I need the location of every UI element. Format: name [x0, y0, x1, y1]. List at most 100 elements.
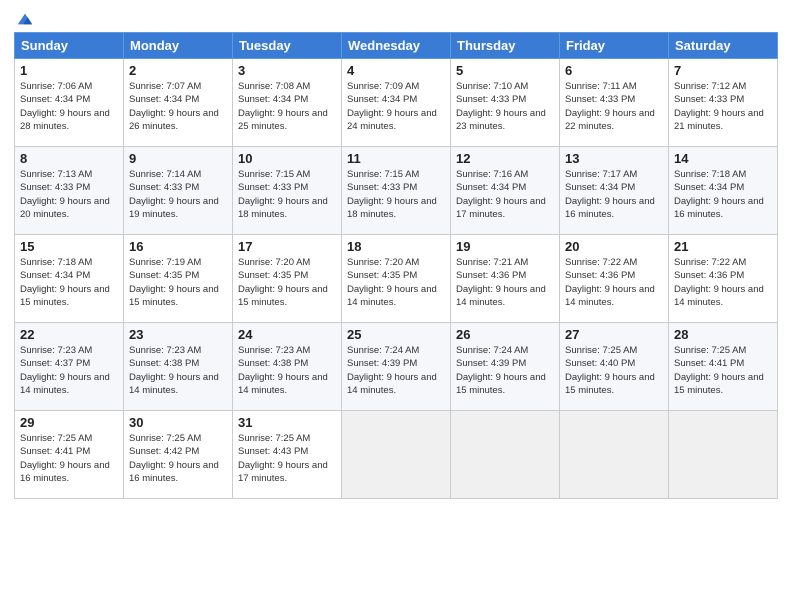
day-number: 16 — [129, 239, 227, 254]
day-number: 23 — [129, 327, 227, 342]
calendar-cell — [342, 411, 451, 499]
day-info: Sunrise: 7:13 AM Sunset: 4:33 PM Dayligh… — [20, 168, 118, 221]
calendar-cell — [451, 411, 560, 499]
calendar-cell: 2 Sunrise: 7:07 AM Sunset: 4:34 PM Dayli… — [124, 59, 233, 147]
day-info: Sunrise: 7:25 AM Sunset: 4:42 PM Dayligh… — [129, 432, 227, 485]
calendar-cell: 24 Sunrise: 7:23 AM Sunset: 4:38 PM Dayl… — [233, 323, 342, 411]
calendar-cell: 25 Sunrise: 7:24 AM Sunset: 4:39 PM Dayl… — [342, 323, 451, 411]
calendar-cell: 14 Sunrise: 7:18 AM Sunset: 4:34 PM Dayl… — [669, 147, 778, 235]
calendar-cell — [560, 411, 669, 499]
day-info: Sunrise: 7:15 AM Sunset: 4:33 PM Dayligh… — [238, 168, 336, 221]
calendar-cell: 8 Sunrise: 7:13 AM Sunset: 4:33 PM Dayli… — [15, 147, 124, 235]
week-row-1: 1 Sunrise: 7:06 AM Sunset: 4:34 PM Dayli… — [15, 59, 778, 147]
day-info: Sunrise: 7:23 AM Sunset: 4:38 PM Dayligh… — [238, 344, 336, 397]
logo — [14, 10, 34, 24]
day-number: 13 — [565, 151, 663, 166]
calendar-cell: 5 Sunrise: 7:10 AM Sunset: 4:33 PM Dayli… — [451, 59, 560, 147]
calendar-cell: 9 Sunrise: 7:14 AM Sunset: 4:33 PM Dayli… — [124, 147, 233, 235]
day-number: 1 — [20, 63, 118, 78]
day-number: 2 — [129, 63, 227, 78]
logo-icon — [16, 10, 34, 28]
calendar-cell: 22 Sunrise: 7:23 AM Sunset: 4:37 PM Dayl… — [15, 323, 124, 411]
calendar-cell: 23 Sunrise: 7:23 AM Sunset: 4:38 PM Dayl… — [124, 323, 233, 411]
calendar-cell: 21 Sunrise: 7:22 AM Sunset: 4:36 PM Dayl… — [669, 235, 778, 323]
day-number: 19 — [456, 239, 554, 254]
calendar-cell: 6 Sunrise: 7:11 AM Sunset: 4:33 PM Dayli… — [560, 59, 669, 147]
col-header-thursday: Thursday — [451, 33, 560, 59]
day-number: 12 — [456, 151, 554, 166]
day-number: 31 — [238, 415, 336, 430]
day-number: 6 — [565, 63, 663, 78]
day-number: 30 — [129, 415, 227, 430]
calendar-cell: 7 Sunrise: 7:12 AM Sunset: 4:33 PM Dayli… — [669, 59, 778, 147]
calendar-cell: 17 Sunrise: 7:20 AM Sunset: 4:35 PM Dayl… — [233, 235, 342, 323]
day-info: Sunrise: 7:15 AM Sunset: 4:33 PM Dayligh… — [347, 168, 445, 221]
day-number: 28 — [674, 327, 772, 342]
day-number: 8 — [20, 151, 118, 166]
day-number: 7 — [674, 63, 772, 78]
week-row-3: 15 Sunrise: 7:18 AM Sunset: 4:34 PM Dayl… — [15, 235, 778, 323]
calendar-cell — [669, 411, 778, 499]
week-row-4: 22 Sunrise: 7:23 AM Sunset: 4:37 PM Dayl… — [15, 323, 778, 411]
day-number: 5 — [456, 63, 554, 78]
day-info: Sunrise: 7:11 AM Sunset: 4:33 PM Dayligh… — [565, 80, 663, 133]
day-info: Sunrise: 7:21 AM Sunset: 4:36 PM Dayligh… — [456, 256, 554, 309]
day-number: 25 — [347, 327, 445, 342]
day-info: Sunrise: 7:19 AM Sunset: 4:35 PM Dayligh… — [129, 256, 227, 309]
week-row-5: 29 Sunrise: 7:25 AM Sunset: 4:41 PM Dayl… — [15, 411, 778, 499]
day-info: Sunrise: 7:16 AM Sunset: 4:34 PM Dayligh… — [456, 168, 554, 221]
col-header-wednesday: Wednesday — [342, 33, 451, 59]
day-number: 9 — [129, 151, 227, 166]
day-number: 20 — [565, 239, 663, 254]
day-info: Sunrise: 7:08 AM Sunset: 4:34 PM Dayligh… — [238, 80, 336, 133]
calendar-cell: 12 Sunrise: 7:16 AM Sunset: 4:34 PM Dayl… — [451, 147, 560, 235]
col-header-tuesday: Tuesday — [233, 33, 342, 59]
day-info: Sunrise: 7:25 AM Sunset: 4:40 PM Dayligh… — [565, 344, 663, 397]
calendar-cell: 10 Sunrise: 7:15 AM Sunset: 4:33 PM Dayl… — [233, 147, 342, 235]
day-info: Sunrise: 7:25 AM Sunset: 4:41 PM Dayligh… — [20, 432, 118, 485]
day-info: Sunrise: 7:14 AM Sunset: 4:33 PM Dayligh… — [129, 168, 227, 221]
day-info: Sunrise: 7:20 AM Sunset: 4:35 PM Dayligh… — [238, 256, 336, 309]
day-number: 15 — [20, 239, 118, 254]
day-info: Sunrise: 7:22 AM Sunset: 4:36 PM Dayligh… — [565, 256, 663, 309]
day-number: 24 — [238, 327, 336, 342]
day-info: Sunrise: 7:25 AM Sunset: 4:41 PM Dayligh… — [674, 344, 772, 397]
day-info: Sunrise: 7:18 AM Sunset: 4:34 PM Dayligh… — [20, 256, 118, 309]
calendar: SundayMondayTuesdayWednesdayThursdayFrid… — [14, 32, 778, 499]
day-info: Sunrise: 7:18 AM Sunset: 4:34 PM Dayligh… — [674, 168, 772, 221]
calendar-cell: 30 Sunrise: 7:25 AM Sunset: 4:42 PM Dayl… — [124, 411, 233, 499]
col-header-friday: Friday — [560, 33, 669, 59]
day-info: Sunrise: 7:24 AM Sunset: 4:39 PM Dayligh… — [456, 344, 554, 397]
day-number: 3 — [238, 63, 336, 78]
day-number: 17 — [238, 239, 336, 254]
col-header-sunday: Sunday — [15, 33, 124, 59]
day-info: Sunrise: 7:25 AM Sunset: 4:43 PM Dayligh… — [238, 432, 336, 485]
header — [14, 10, 778, 24]
day-info: Sunrise: 7:09 AM Sunset: 4:34 PM Dayligh… — [347, 80, 445, 133]
header-row: SundayMondayTuesdayWednesdayThursdayFrid… — [15, 33, 778, 59]
calendar-cell: 1 Sunrise: 7:06 AM Sunset: 4:34 PM Dayli… — [15, 59, 124, 147]
day-info: Sunrise: 7:06 AM Sunset: 4:34 PM Dayligh… — [20, 80, 118, 133]
calendar-cell: 31 Sunrise: 7:25 AM Sunset: 4:43 PM Dayl… — [233, 411, 342, 499]
day-number: 22 — [20, 327, 118, 342]
col-header-monday: Monday — [124, 33, 233, 59]
calendar-cell: 4 Sunrise: 7:09 AM Sunset: 4:34 PM Dayli… — [342, 59, 451, 147]
day-number: 4 — [347, 63, 445, 78]
calendar-cell: 11 Sunrise: 7:15 AM Sunset: 4:33 PM Dayl… — [342, 147, 451, 235]
calendar-cell: 15 Sunrise: 7:18 AM Sunset: 4:34 PM Dayl… — [15, 235, 124, 323]
day-info: Sunrise: 7:07 AM Sunset: 4:34 PM Dayligh… — [129, 80, 227, 133]
day-number: 27 — [565, 327, 663, 342]
day-number: 14 — [674, 151, 772, 166]
calendar-cell: 28 Sunrise: 7:25 AM Sunset: 4:41 PM Dayl… — [669, 323, 778, 411]
calendar-cell: 16 Sunrise: 7:19 AM Sunset: 4:35 PM Dayl… — [124, 235, 233, 323]
day-number: 11 — [347, 151, 445, 166]
calendar-cell: 3 Sunrise: 7:08 AM Sunset: 4:34 PM Dayli… — [233, 59, 342, 147]
day-info: Sunrise: 7:23 AM Sunset: 4:38 PM Dayligh… — [129, 344, 227, 397]
day-info: Sunrise: 7:23 AM Sunset: 4:37 PM Dayligh… — [20, 344, 118, 397]
day-info: Sunrise: 7:20 AM Sunset: 4:35 PM Dayligh… — [347, 256, 445, 309]
calendar-cell: 27 Sunrise: 7:25 AM Sunset: 4:40 PM Dayl… — [560, 323, 669, 411]
week-row-2: 8 Sunrise: 7:13 AM Sunset: 4:33 PM Dayli… — [15, 147, 778, 235]
calendar-cell: 19 Sunrise: 7:21 AM Sunset: 4:36 PM Dayl… — [451, 235, 560, 323]
day-info: Sunrise: 7:12 AM Sunset: 4:33 PM Dayligh… — [674, 80, 772, 133]
day-number: 26 — [456, 327, 554, 342]
